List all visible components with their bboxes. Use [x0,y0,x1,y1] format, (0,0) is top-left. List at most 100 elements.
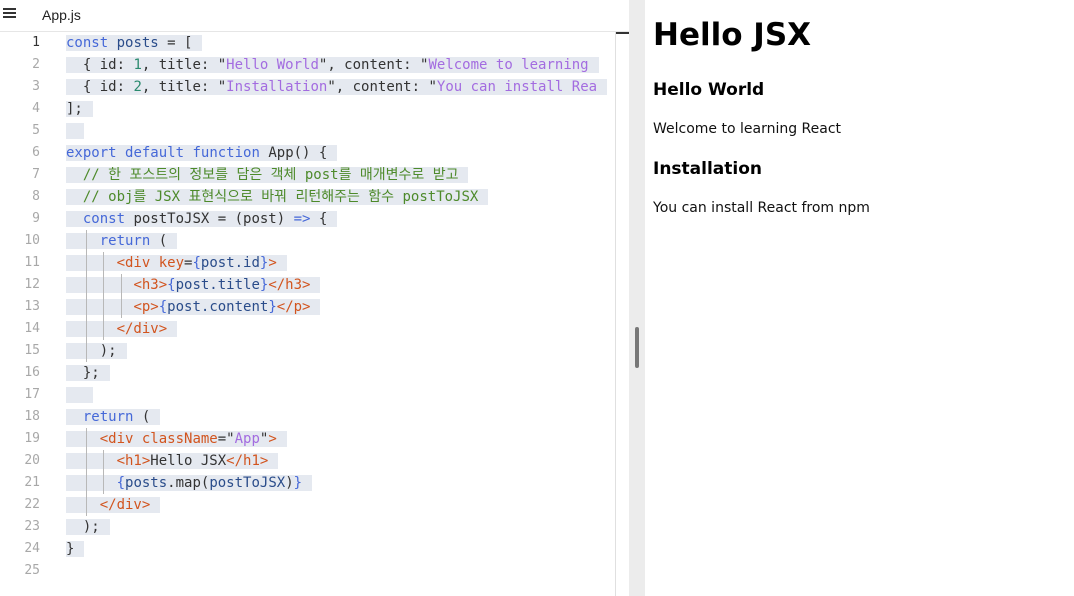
code-line[interactable]: <h1>Hello JSX</h1> [66,450,616,472]
line-number: 10 [24,233,40,248]
hamburger-menu-icon[interactable] [3,8,16,19]
code-line[interactable] [66,560,616,582]
line-number: 4 [32,101,40,116]
code-token: return [82,409,134,425]
code-editor-pane[interactable]: App.js 1 2 3 4 5 6 7 8 9 10 11 12 13 14 15 16 17 18 19 20 21… [0,0,629,596]
code-line[interactable]: // 한 포스트의 정보를 담은 객체 post를 매개변수로 받고 [66,164,616,186]
code-line[interactable]: const posts = [ [66,32,616,54]
code-token: <h3> [133,277,168,293]
code-line[interactable]: } [66,538,616,560]
line-number: 18 [24,409,40,424]
code-line[interactable]: ); [66,340,616,362]
line-number: 8 [32,189,40,204]
code-line[interactable]: export default function App() { [66,142,616,164]
code-line[interactable]: ); [66,516,616,538]
line-number: 13 [24,299,40,314]
editor-right-edge [615,32,616,596]
code-line[interactable]: <p>{post.content}</p> [66,296,616,318]
code-token: </h3> [268,277,311,293]
code-token: ); [99,343,117,359]
post-content: You can install React from npm [653,200,870,216]
code-token: Welcome to learning [428,57,589,73]
code-token: </div> [99,497,151,513]
code-token: ", content: " [327,79,437,95]
tab-app-js[interactable]: App.js [26,0,106,31]
code-token: , title: " [141,57,227,73]
line-number: 25 [24,563,40,578]
indent-guide [103,252,104,274]
code-token: const [82,211,126,227]
code-token: => [293,211,311,227]
code-comment: // 한 포스트의 정보를 담은 객체 post를 매개변수로 받고 [82,167,459,183]
code-token: export [66,145,117,161]
line-number: 7 [32,167,40,182]
code-token: 1 [133,57,142,73]
code-line[interactable]: </div> [66,494,616,516]
code-line[interactable]: const postToJSX = (post) => { [66,208,616,230]
code-token: ]; [66,101,83,117]
code-token: key [158,255,185,271]
code-token: { [158,299,168,315]
line-number: 19 [24,431,40,446]
code-area[interactable]: const posts = [ { id: 1, title: "Hello W… [66,32,616,582]
code-line[interactable]: }; [66,362,616,384]
code-token: posts [116,35,159,51]
resize-handle[interactable] [635,327,639,368]
code-token: > [268,431,277,447]
code-token: className [141,431,218,447]
indent-guide [121,296,122,318]
code-token: } [293,475,303,491]
code-token: { [116,475,126,491]
line-number: 2 [32,57,40,72]
code-token: ", content: " [318,57,429,73]
code-token: postToJSX = (post) [125,211,294,227]
code-token: posts [125,475,168,491]
code-line[interactable]: {posts.map(postToJSX)} [66,472,616,494]
line-number: 14 [24,321,40,336]
code-line[interactable]: { id: 2, title: "Installation", content:… [66,76,616,98]
indent-guide [86,472,87,494]
code-token: ( [133,409,151,425]
code-line[interactable]: </div> [66,318,616,340]
code-line[interactable]: <div className="App"> [66,428,616,450]
indent-guide [86,340,87,362]
code-token: App() { [259,145,328,161]
indent-guide [86,428,87,450]
code-token: { [192,255,201,271]
line-number: 20 [24,453,40,468]
indent-guide [103,274,104,296]
code-token: You can install Rea [436,79,598,95]
indent-guide [103,450,104,472]
line-number: 24 [24,541,40,556]
code-token: Hello World [226,57,319,73]
indent-guide [86,296,87,318]
code-line[interactable]: // obj를 JSX 표현식으로 바꿔 리턴해주는 함수 postToJSX [66,186,616,208]
code-token: <div [116,255,159,271]
indent-guide [103,472,104,494]
line-number: 12 [24,277,40,292]
code-line[interactable] [66,120,616,142]
code-line[interactable]: <div key={post.id}> [66,252,616,274]
code-line[interactable]: { id: 1, title: "Hello World", content: … [66,54,616,76]
code-token: } [268,299,277,315]
tab-label: App.js [42,7,81,23]
code-token: default [125,145,185,161]
code-token: <p> [133,299,159,315]
code-token: ); [82,519,100,535]
code-line[interactable]: <h3>{post.title}</h3> [66,274,616,296]
code-line[interactable]: ]; [66,98,616,120]
code-token: }; [82,365,100,381]
code-token: <div [99,431,142,447]
code-token: > [268,255,277,271]
code-token: } [66,541,75,557]
code-token: post.content [167,299,269,315]
line-number: 3 [32,79,40,94]
pane-resize-divider[interactable] [629,0,645,596]
code-line[interactable] [66,384,616,406]
line-number: 16 [24,365,40,380]
code-line[interactable]: return ( [66,230,616,252]
line-number: 21 [24,475,40,490]
line-number: 17 [24,387,40,402]
code-token: { [310,211,328,227]
code-line[interactable]: return ( [66,406,616,428]
